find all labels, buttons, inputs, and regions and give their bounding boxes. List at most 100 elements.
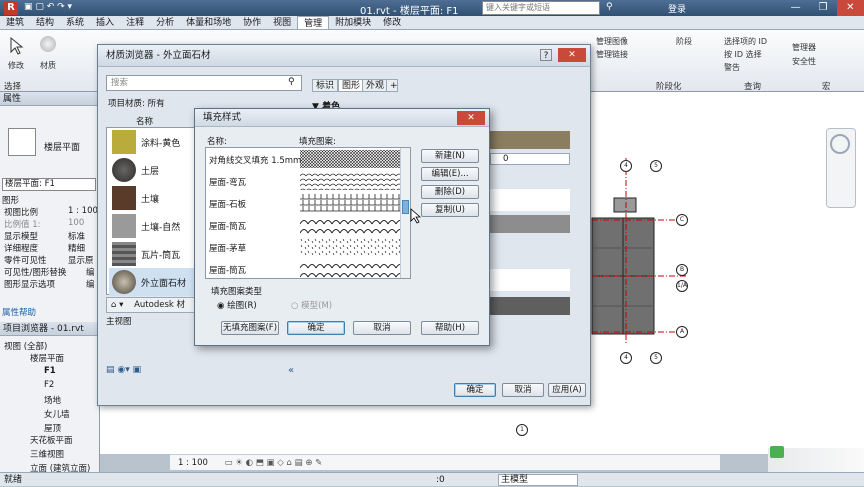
tab-appearance[interactable]: 外观 [362, 79, 389, 92]
close-button[interactable]: ✕ [836, 0, 864, 16]
radio-drafting[interactable]: ◉ 绘图(R) [217, 299, 257, 311]
tab-addins[interactable]: 附加模块 [329, 16, 377, 29]
material-sphere-icon[interactable] [40, 36, 56, 52]
delete-pattern-button[interactable]: 删除(D) [421, 185, 479, 199]
tab-view[interactable]: 视图 [267, 16, 297, 29]
view-cube-icon[interactable] [830, 134, 850, 154]
view-selector[interactable]: 楼层平面: F1 [2, 178, 96, 191]
tab-insert[interactable]: 插入 [90, 16, 120, 29]
ribbon-item-select-by-id[interactable]: 按 ID 选择 [724, 49, 762, 60]
materials-button-label[interactable]: 材质 [40, 60, 56, 71]
home-icon[interactable]: ⌂ ▾ [111, 300, 123, 310]
scrollbar-thumb[interactable] [402, 200, 409, 214]
binoculars-icon[interactable]: ⚲ [606, 2, 613, 12]
help-icon[interactable]: ? [540, 49, 552, 61]
grid-bubble-a[interactable]: A [676, 326, 688, 338]
prop-value-detail-level[interactable]: 精细 [68, 242, 85, 254]
quick-access-toolbar[interactable]: ▣ ▢ ↶ ↷ ▾ [24, 2, 72, 12]
tab-analyze[interactable]: 分析 [150, 16, 180, 29]
fill-dialog-close-icon[interactable]: ✕ [457, 111, 485, 125]
tab-structure[interactable]: 结构 [30, 16, 60, 29]
tree-3d-views[interactable]: 三维视图 [30, 448, 64, 460]
new-pattern-button[interactable]: 新建(N) [421, 149, 479, 163]
ribbon-item-selection-id[interactable]: 选择项的 ID [724, 36, 767, 47]
pattern-row[interactable]: 屋面-茅草 [206, 236, 402, 258]
edit-pattern-button[interactable]: 编辑(E)... [421, 167, 479, 181]
pattern-row[interactable]: 屋面-筒瓦 [206, 214, 402, 236]
fill-ok-button[interactable]: 确定 [287, 321, 345, 335]
tree-roof[interactable]: 屋顶 [44, 422, 61, 434]
surface-pattern-color[interactable] [490, 215, 570, 233]
tab-graphics[interactable]: 图形 [338, 79, 365, 92]
grid-bubble-b[interactable]: B [676, 264, 688, 276]
tab-add[interactable]: + [386, 79, 398, 92]
cut-pattern-preview[interactable] [490, 269, 570, 291]
tree-f1[interactable]: F1 [44, 366, 56, 376]
tab-systems[interactable]: 系统 [60, 16, 90, 29]
view-control-icons[interactable]: ▭ ☀ ◐ ⬒ ▣ ◇ ⌂ ▤ ⊕ ✎ [225, 458, 323, 468]
pattern-list-scrollbar[interactable] [400, 148, 410, 278]
prop-edit-graphic-button[interactable]: 编 [86, 278, 95, 290]
tab-architecture[interactable]: 建筑 [0, 16, 30, 29]
minimize-button[interactable]: — [782, 0, 809, 16]
ribbon-item-macro-security[interactable]: 安全性 [792, 56, 816, 67]
library-tree-item[interactable]: 主视图 [106, 315, 166, 327]
tab-modify[interactable]: 修改 [377, 16, 407, 29]
material-filter-dropdown[interactable]: 项目材质: 所有 [108, 97, 165, 109]
grid-bubble-1a[interactable]: 1/A [676, 280, 688, 292]
ribbon-item-macro-manager[interactable]: 管理器 [792, 42, 816, 53]
fill-cancel-button[interactable]: 取消 [353, 321, 411, 335]
cut-pattern-color[interactable] [490, 297, 570, 315]
material-search-input[interactable]: 搜索 [106, 75, 302, 91]
ribbon-item-manage-images[interactable]: 管理图像 [596, 36, 628, 47]
login-link[interactable]: 登录 [668, 2, 686, 15]
tree-f2[interactable]: F2 [44, 380, 54, 390]
tab-collaborate[interactable]: 协作 [237, 16, 267, 29]
material-ok-button[interactable]: 确定 [454, 383, 496, 397]
prop-value-scale[interactable]: 1 : 100 [68, 206, 98, 216]
radio-model[interactable]: ○ 模型(M) [291, 299, 332, 311]
transparency-input[interactable]: 0 [490, 153, 570, 165]
tab-massing-site[interactable]: 体量和场地 [180, 16, 237, 29]
grid-bubble-5-bottom[interactable]: 5 [650, 352, 662, 364]
tab-annotate[interactable]: 注释 [120, 16, 150, 29]
grid-bubble-4-bottom[interactable]: 4 [620, 352, 632, 364]
surface-pattern-preview[interactable] [490, 189, 570, 211]
tree-site[interactable]: 场地 [44, 394, 61, 406]
fill-help-button[interactable]: 帮助(H) [421, 321, 479, 335]
pattern-row[interactable]: 对角线交叉填充 1.5mm [206, 148, 402, 170]
help-search-input[interactable]: 键入关键字或短语 [482, 1, 600, 15]
material-apply-button[interactable]: 应用(A) [548, 383, 586, 397]
material-browser-close-icon[interactable]: ✕ [558, 48, 586, 62]
shading-color-swatch[interactable] [490, 131, 570, 149]
tree-views-all[interactable]: 视图 (全部) [4, 340, 47, 352]
grid-bubble-c[interactable]: C [676, 214, 688, 226]
ribbon-item-warnings[interactable]: 警告 [724, 62, 740, 73]
duplicate-pattern-button[interactable]: 复制(U) [421, 203, 479, 217]
pattern-row[interactable]: 屋面-石板 [206, 192, 402, 214]
pattern-row[interactable]: 屋面-弯瓦 [206, 170, 402, 192]
material-cancel-button[interactable]: 取消 [502, 383, 544, 397]
ribbon-item-phases[interactable]: 阶段 [676, 36, 692, 47]
properties-help-link[interactable]: 属性帮助 [2, 306, 36, 318]
view-scale[interactable]: 1 : 100 [178, 458, 208, 468]
modify-button-label[interactable]: 修改 [8, 60, 24, 71]
prop-edit-vg-button[interactable]: 编 [86, 266, 95, 278]
tree-parapet[interactable]: 女儿墙 [44, 408, 70, 420]
warning-badge-icon[interactable] [770, 446, 784, 458]
modify-cursor-icon[interactable] [6, 36, 26, 56]
ribbon-item-manage-links[interactable]: 管理链接 [596, 49, 628, 60]
restore-button[interactable]: ❐ [809, 0, 836, 16]
revit-logo-icon[interactable]: R [4, 1, 18, 15]
prop-value-display-model[interactable]: 标准 [68, 230, 85, 242]
tree-ceiling-plans[interactable]: 天花板平面 [30, 434, 73, 446]
grid-bubble-4[interactable]: 4 [620, 160, 632, 172]
pattern-row[interactable]: 屋面-筒瓦 [206, 258, 402, 278]
collapse-icon[interactable]: « [288, 365, 294, 376]
no-pattern-button[interactable]: 无填充图案(F) [221, 321, 279, 335]
prop-value-parts-visibility[interactable]: 显示原 [68, 254, 94, 266]
library-toolbar-icons[interactable]: ▤ ◉▾ ▣ [106, 365, 302, 377]
active-model-select[interactable]: 主模型 [498, 474, 578, 486]
tree-floor-plans[interactable]: 楼层平面 [30, 352, 64, 364]
grid-bubble-5[interactable]: 5 [650, 160, 662, 172]
